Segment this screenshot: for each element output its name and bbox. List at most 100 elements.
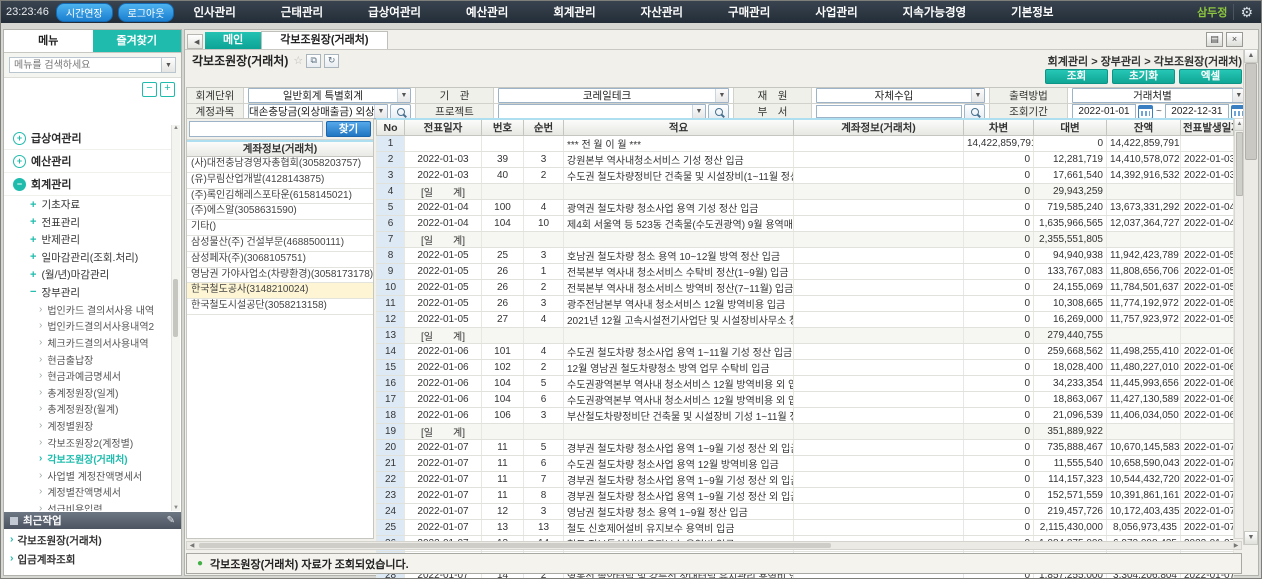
- tab-favorites[interactable]: 즐겨찾기: [93, 30, 182, 52]
- account-list-item[interactable]: 한국철도시설공단(3058213158): [187, 299, 373, 315]
- topbar-menu-item[interactable]: 예산관리: [466, 4, 508, 20]
- topbar-menu-item[interactable]: 기본정보: [1011, 4, 1053, 20]
- grid-row[interactable]: 32022-01-03402수도권 철도차량정비단 건축물 및 시설장비(1~1…: [377, 168, 1234, 184]
- horizontal-scrollbar[interactable]: ◀ ▶: [186, 541, 1242, 550]
- grid-row[interactable]: 82022-01-05253호남권 철도차량 청소 용역 10~12월 방역 정…: [377, 248, 1234, 264]
- grid-row[interactable]: 92022-01-05261전북본부 역사내 청소서비스 수탁비 정산(1~9월…: [377, 264, 1234, 280]
- sidebar-item[interactable]: ›계정별잔액명세서: [4, 484, 172, 501]
- recent-item[interactable]: ›입금계좌조회: [4, 548, 181, 567]
- sidebar-item[interactable]: +예산관리: [4, 150, 172, 173]
- menu-search-input[interactable]: [9, 57, 161, 73]
- scroll-right-icon[interactable]: ▶: [1231, 542, 1241, 549]
- sidebar-item[interactable]: ›각보조원장(거래처): [4, 450, 172, 467]
- window-menu-button[interactable]: ▤: [1206, 32, 1223, 47]
- filter-input[interactable]: [816, 105, 962, 118]
- grid-col-header[interactable]: 번호: [482, 119, 524, 136]
- grid-col-header[interactable]: 적요: [564, 119, 794, 136]
- account-list-item[interactable]: (주)록인김해레스포타운(6158145021): [187, 189, 373, 205]
- grid-row[interactable]: 19[일 계]0351,889,922: [377, 424, 1234, 440]
- sidebar-item[interactable]: +전표관리: [4, 214, 172, 232]
- grid-row[interactable]: 242022-01-07123영남권 철도차량 청소 용역 1~9월 정산 입금…: [377, 504, 1234, 520]
- sidebar-item[interactable]: +기초자료: [4, 196, 172, 214]
- sidebar-item[interactable]: ›법인카드결의서사용내역2: [4, 318, 172, 335]
- sidebar-item[interactable]: ›법인카드 결의서사용 내역: [4, 301, 172, 318]
- tab-back-button[interactable]: ◀: [187, 34, 203, 49]
- find-button[interactable]: 찾기: [326, 121, 371, 137]
- account-list-item[interactable]: (사)대전충남경영자총협회(3058203757): [187, 157, 373, 173]
- tab-current[interactable]: 각보조원장(거래처): [261, 31, 387, 49]
- sidebar-item[interactable]: ›계정별원장: [4, 417, 172, 434]
- grid-row[interactable]: 172022-01-061046수도권광역본부 역사내 청소서비스 12월 방역…: [377, 392, 1234, 408]
- logout-button[interactable]: 로그아웃: [118, 3, 175, 22]
- filter-select[interactable]: 코레일테크▼: [498, 88, 729, 103]
- extend-session-button[interactable]: 시간연장: [56, 3, 113, 22]
- scrollbar-thumb[interactable]: [199, 543, 831, 548]
- sidebar-item[interactable]: ›선급비용입력: [4, 500, 172, 511]
- topbar-menu-item[interactable]: 인사관리: [193, 4, 235, 20]
- search-button[interactable]: 조회: [1045, 69, 1108, 84]
- excel-button[interactable]: 엑셀: [1179, 69, 1242, 84]
- date-from-input[interactable]: 2022-01-01: [1072, 104, 1136, 119]
- sidebar-item[interactable]: +일마감관리(조회.처리): [4, 249, 172, 267]
- grid-row[interactable]: 252022-01-071313철도 신호제어설비 유지보수 용역비 입금02,…: [377, 520, 1234, 536]
- topbar-menu-item[interactable]: 지속가능경영: [903, 4, 966, 20]
- dropdown-icon[interactable]: ▼: [161, 57, 176, 73]
- grid-row[interactable]: 13[일 계]0279,440,755: [377, 328, 1234, 344]
- grid-col-header[interactable]: 순번: [524, 119, 564, 136]
- topbar-menu-item[interactable]: 근태관리: [281, 4, 323, 20]
- grid-row[interactable]: 222022-01-07117경부권 철도차량 청소사업 용역 1~9월 기성 …: [377, 472, 1234, 488]
- sidebar-item[interactable]: ›사업별 계정잔액명세서: [4, 467, 172, 484]
- grid-row[interactable]: 182022-01-061063부산철도차량정비단 건축물 및 시설장비 기성 …: [377, 408, 1234, 424]
- sidebar-item[interactable]: −장부관리: [4, 284, 172, 302]
- sidebar-item[interactable]: ›현금과예금명세서: [4, 367, 172, 384]
- grid-row[interactable]: 4[일 계]029,943,259: [377, 184, 1234, 200]
- window-close-button[interactable]: ×: [1226, 32, 1243, 47]
- filter-select[interactable]: 일반회계 특별회계▼: [248, 88, 411, 103]
- sidebar-item[interactable]: +(월/년)마감관리: [4, 266, 172, 284]
- recent-item[interactable]: ›각보조원장(거래처): [4, 529, 181, 548]
- grid-col-header[interactable]: 전표일자: [405, 119, 482, 136]
- grid-row[interactable]: 1*** 전 월 이 월 ***14,422,859,791014,422,85…: [377, 136, 1234, 152]
- sidebar-item[interactable]: +급상여관리: [4, 127, 172, 150]
- topbar-menu-item[interactable]: 자산관리: [641, 4, 683, 20]
- scroll-up-icon[interactable]: ▲: [172, 125, 180, 131]
- reset-button[interactable]: 초기화: [1112, 69, 1175, 84]
- grid-row[interactable]: 142022-01-061014수도권 철도차량 청소사업 용역 1~11월 기…: [377, 344, 1234, 360]
- account-list-item[interactable]: (주)에스알(3058631590): [187, 204, 373, 220]
- grid-row[interactable]: 232022-01-07118경부권 철도차량 청소사업 용역 1~9월 기성 …: [377, 488, 1234, 504]
- eraser-icon[interactable]: ✎: [167, 515, 175, 526]
- grid-row[interactable]: 112022-01-05263광주전남본부 역사내 청소서비스 12월 방역비용…: [377, 296, 1234, 312]
- account-list-item[interactable]: 삼성물산(주) 건설부문(4688500111): [187, 236, 373, 252]
- checkbox-icon[interactable]: [10, 517, 18, 525]
- topbar-menu-item[interactable]: 사업관리: [815, 4, 857, 20]
- tab-main[interactable]: 메인: [205, 32, 261, 49]
- filter-select[interactable]: 대손충당금(외상매출금) 외상매출금▼: [248, 104, 388, 119]
- sidebar-item[interactable]: ›체크카드결의서사용내역: [4, 334, 172, 351]
- grid-row[interactable]: 62022-01-0410410제4회 서울역 등 523동 건축물(수도권광역…: [377, 216, 1234, 232]
- grid-col-header[interactable]: 대변: [1034, 119, 1107, 136]
- filter-select[interactable]: 거래처별▼: [1072, 88, 1246, 103]
- account-list-item[interactable]: 한국철도공사(3148210024): [187, 283, 373, 299]
- scrollbar-thumb[interactable]: [173, 279, 178, 337]
- grid-row[interactable]: 7[일 계]02,355,551,805: [377, 232, 1234, 248]
- date-to-input[interactable]: 2022-12-31: [1165, 104, 1229, 119]
- topbar-menu-item[interactable]: 회계관리: [553, 4, 595, 20]
- filter-select[interactable]: 자체수입▼: [816, 88, 985, 103]
- grid-row[interactable]: 22022-01-03393강원본부 역사내청소서비스 기성 정산 입금012,…: [377, 152, 1234, 168]
- grid-col-header[interactable]: 잔액: [1107, 119, 1181, 136]
- sidebar-item[interactable]: ›현금출납장: [4, 351, 172, 368]
- grid-col-header[interactable]: 계좌정보(거래처): [794, 119, 964, 136]
- refresh-icon[interactable]: ↻: [324, 54, 339, 68]
- grid-col-header[interactable]: 전표발생일자: [1181, 119, 1234, 136]
- filter-select[interactable]: ▼: [498, 104, 706, 119]
- topbar-menu-item[interactable]: 급상여관리: [368, 4, 421, 20]
- sidebar-item[interactable]: −회계관리: [4, 173, 172, 196]
- popup-icon[interactable]: ⧉: [306, 54, 321, 68]
- grid-row[interactable]: 202022-01-07115경부권 철도차량 청소사업 용역 1~9월 기성 …: [377, 440, 1234, 456]
- account-list-item[interactable]: (유)무림산업개발(4128143875): [187, 173, 373, 189]
- sidebar-item[interactable]: ›각보조원장2(계정별): [4, 434, 172, 451]
- account-list-item[interactable]: 삼성페자(주)(3068105751): [187, 252, 373, 268]
- expand-all-button[interactable]: +: [160, 82, 175, 97]
- grid-row[interactable]: 152022-01-06102212월 영남권 철도차량청소 방역 업무 수탁비…: [377, 360, 1234, 376]
- account-search-input[interactable]: [189, 121, 323, 137]
